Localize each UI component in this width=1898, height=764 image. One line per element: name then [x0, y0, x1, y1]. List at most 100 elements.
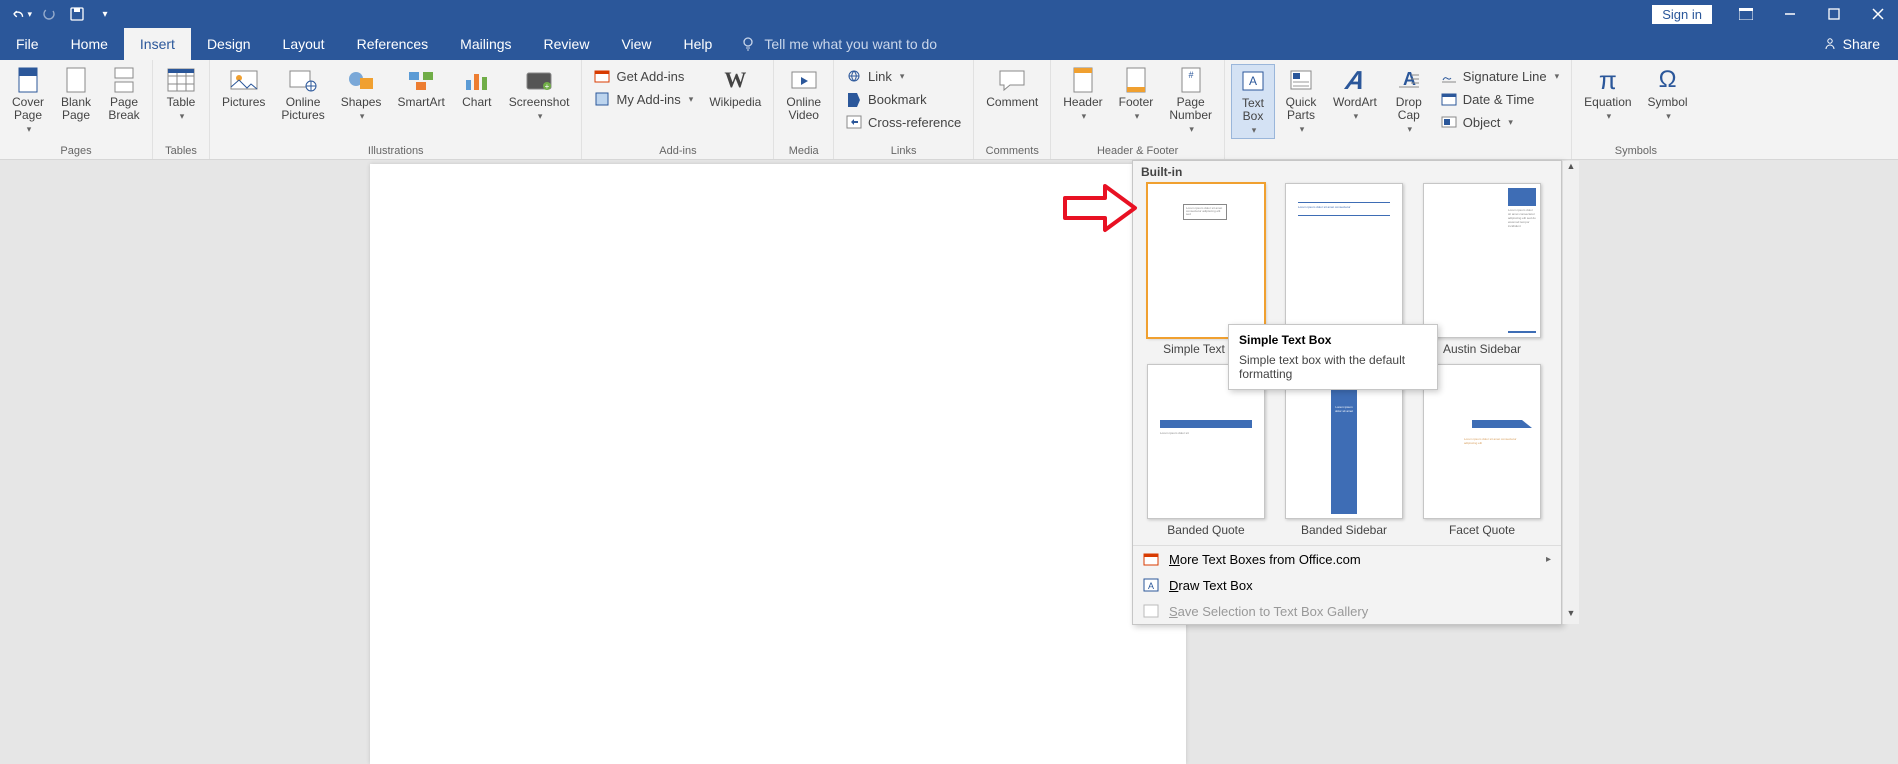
- tell-me-search[interactable]: Tell me what you want to do: [728, 28, 937, 60]
- tooltip: Simple Text Box Simple text box with the…: [1228, 324, 1438, 390]
- share-icon: [1823, 37, 1837, 51]
- svg-text:A: A: [1148, 581, 1154, 591]
- chart-button[interactable]: Chart: [455, 64, 499, 111]
- title-right: Sign in: [1652, 0, 1898, 28]
- tab-layout[interactable]: Layout: [267, 28, 341, 60]
- redo-button[interactable]: [38, 3, 60, 25]
- link-button[interactable]: Link▾: [840, 66, 967, 86]
- undo-button[interactable]: ▾: [10, 3, 32, 25]
- header-icon: [1069, 66, 1097, 94]
- share-button[interactable]: Share: [1805, 28, 1898, 60]
- minimize-icon: [1784, 8, 1796, 20]
- draw-text-box-button[interactable]: A Draw Text Box: [1133, 572, 1561, 598]
- ribbon-display-button[interactable]: [1726, 0, 1766, 28]
- text-box-icon: A: [1239, 67, 1267, 95]
- video-icon: [790, 66, 818, 94]
- object-icon: [1441, 114, 1457, 130]
- gallery-scrollbar[interactable]: ▲ ▼: [1562, 161, 1579, 624]
- group-media: Online Video Media: [774, 60, 834, 159]
- tooltip-title: Simple Text Box: [1239, 333, 1427, 347]
- group-label-addins: Add-ins: [588, 142, 767, 159]
- group-comments: Comment Comments: [974, 60, 1051, 159]
- qat-customize-button[interactable]: ▾: [94, 3, 116, 25]
- cover-page-button[interactable]: Cover Page▾: [6, 64, 50, 137]
- date-time-button[interactable]: Date & Time: [1435, 89, 1565, 109]
- smartart-icon: [407, 66, 435, 94]
- blank-page-button[interactable]: Blank Page: [54, 64, 98, 124]
- page-break-button[interactable]: Page Break: [102, 64, 146, 124]
- close-button[interactable]: [1858, 0, 1898, 28]
- symbol-button[interactable]: Ω Symbol▾: [1642, 64, 1694, 124]
- group-text: A Text Box▾ Quick Parts▾ A WordArt▾ A Dr…: [1225, 60, 1572, 159]
- tab-help[interactable]: Help: [668, 28, 729, 60]
- bookmark-button[interactable]: Bookmark: [840, 89, 967, 109]
- group-label-illustrations: Illustrations: [216, 142, 575, 159]
- minimize-button[interactable]: [1770, 0, 1810, 28]
- object-button[interactable]: Object▾: [1435, 112, 1565, 132]
- quick-parts-button[interactable]: Quick Parts▾: [1279, 64, 1323, 137]
- group-label-comments: Comments: [980, 142, 1044, 159]
- scroll-up-button[interactable]: ▲: [1563, 161, 1579, 177]
- tell-me-placeholder: Tell me what you want to do: [764, 36, 937, 52]
- smartart-button[interactable]: SmartArt: [391, 64, 450, 111]
- shapes-icon: [347, 66, 375, 94]
- tab-insert[interactable]: Insert: [124, 28, 191, 60]
- online-pictures-button[interactable]: Online Pictures: [275, 64, 330, 124]
- wikipedia-icon: W: [721, 66, 749, 94]
- quick-access-toolbar: ▾ ▾: [0, 3, 116, 25]
- group-label-links: Links: [840, 142, 967, 159]
- header-button[interactable]: Header▾: [1057, 64, 1108, 124]
- svg-text:#: #: [1188, 70, 1193, 80]
- tab-references[interactable]: References: [341, 28, 445, 60]
- group-label-media: Media: [780, 142, 827, 159]
- group-pages: Cover Page▾ Blank Page Page Break Pages: [0, 60, 153, 159]
- equation-icon: π: [1594, 66, 1622, 94]
- wikipedia-button[interactable]: W Wikipedia: [703, 64, 767, 111]
- group-label-pages: Pages: [6, 142, 146, 159]
- bookmark-icon: [846, 91, 862, 107]
- shapes-button[interactable]: Shapes▾: [335, 64, 388, 124]
- equation-button[interactable]: π Equation▾: [1578, 64, 1637, 124]
- table-icon: [167, 66, 195, 94]
- pictures-button[interactable]: Pictures: [216, 64, 271, 111]
- group-header-footer: Header▾ Footer▾ # Page Number▾ Header & …: [1051, 60, 1225, 159]
- group-illustrations: Pictures Online Pictures Shapes▾ SmartAr…: [210, 60, 582, 159]
- group-label-hf: Header & Footer: [1057, 142, 1218, 159]
- footer-icon: [1122, 66, 1150, 94]
- tab-home[interactable]: Home: [55, 28, 124, 60]
- screenshot-button[interactable]: + Screenshot▾: [503, 64, 576, 124]
- close-icon: [1872, 8, 1884, 20]
- comment-button[interactable]: Comment: [980, 64, 1044, 111]
- get-addins-button[interactable]: Get Add-ins: [588, 66, 699, 86]
- tab-file[interactable]: File: [0, 28, 55, 60]
- date-icon: [1441, 91, 1457, 107]
- tab-review[interactable]: Review: [528, 28, 606, 60]
- online-video-button[interactable]: Online Video: [780, 64, 827, 124]
- signature-line-button[interactable]: Signature Line▾: [1435, 66, 1565, 86]
- group-tables: Table▾ Tables: [153, 60, 210, 159]
- group-label-symbols: Symbols: [1578, 142, 1693, 159]
- more-text-boxes-button[interactable]: More Text Boxes from Office.com ▸: [1133, 546, 1561, 572]
- tab-mailings[interactable]: Mailings: [444, 28, 527, 60]
- group-links: Link▾ Bookmark Cross-reference Links: [834, 60, 974, 159]
- my-addins-button[interactable]: My Add-ins▾: [588, 89, 699, 109]
- cross-reference-button[interactable]: Cross-reference: [840, 112, 967, 132]
- footer-button[interactable]: Footer▾: [1113, 64, 1160, 124]
- text-box-button[interactable]: A Text Box▾: [1231, 64, 1275, 139]
- signin-button[interactable]: Sign in: [1652, 5, 1712, 24]
- scroll-down-button[interactable]: ▼: [1563, 608, 1579, 624]
- signature-icon: [1441, 68, 1457, 84]
- page-number-button[interactable]: # Page Number▾: [1163, 64, 1218, 137]
- annotation-arrow: [1060, 180, 1140, 236]
- document-page[interactable]: [370, 164, 1186, 764]
- table-button[interactable]: Table▾: [159, 64, 203, 124]
- save-button[interactable]: [66, 3, 88, 25]
- tab-view[interactable]: View: [605, 28, 667, 60]
- maximize-button[interactable]: [1814, 0, 1854, 28]
- drop-cap-button[interactable]: A Drop Cap▾: [1387, 64, 1431, 137]
- tab-design[interactable]: Design: [191, 28, 267, 60]
- wordart-button[interactable]: A WordArt▾: [1327, 64, 1383, 124]
- gallery-header: Built-in: [1133, 161, 1561, 183]
- wordart-icon: A: [1341, 66, 1369, 94]
- svg-text:A: A: [1249, 74, 1257, 88]
